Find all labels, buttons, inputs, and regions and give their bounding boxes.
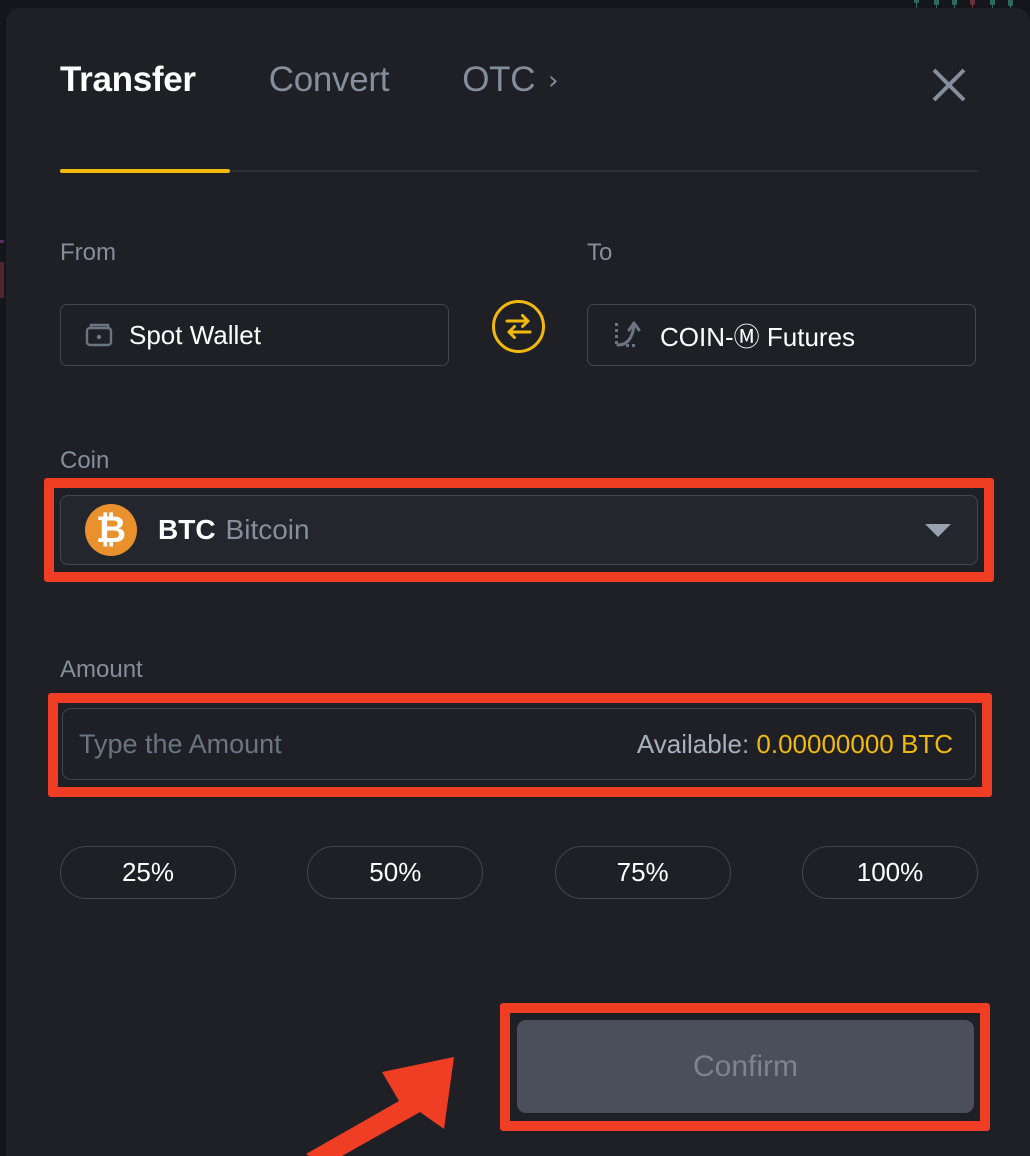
percent-button-75[interactable]: 75% xyxy=(554,846,731,899)
dialog-tabs: Transfer Convert OTC › xyxy=(60,60,978,180)
transfer-dialog: Transfer Convert OTC › From Spot Wallet … xyxy=(6,8,1030,1156)
available-balance: Available: 0.00000000 BTC xyxy=(637,729,953,760)
percent-button-50[interactable]: 50% xyxy=(307,846,484,899)
amount-input[interactable] xyxy=(79,728,623,760)
amount-field-row[interactable]: Available: 0.00000000 BTC xyxy=(62,708,976,780)
percent-shortcuts: 25% 50% 75% 100% xyxy=(60,846,978,899)
coin-selector[interactable]: ₿ BTC Bitcoin xyxy=(60,495,978,565)
tab-convert[interactable]: Convert xyxy=(269,60,390,100)
close-button[interactable] xyxy=(926,62,972,108)
background-candle xyxy=(970,0,975,10)
from-label: From xyxy=(60,239,116,266)
coin-m-badge-icon: Ⓜ xyxy=(733,322,760,353)
screenshot-root: Transfer Convert OTC › From Spot Wallet … xyxy=(0,0,1030,1156)
coin-label: Coin xyxy=(60,447,110,474)
bitcoin-glyph: ₿ xyxy=(95,507,127,551)
background-candle xyxy=(990,0,995,10)
bitcoin-icon: ₿ xyxy=(85,504,137,556)
background-candle xyxy=(934,0,939,10)
from-wallet-select[interactable]: Spot Wallet xyxy=(60,304,449,366)
available-value: 0.00000000 BTC xyxy=(756,728,953,759)
available-label: Available: xyxy=(636,728,750,759)
from-wallet-value: Spot Wallet xyxy=(129,319,261,350)
background-marker xyxy=(0,240,4,243)
chevron-right-icon: › xyxy=(548,66,559,96)
percent-button-100[interactable]: 100% xyxy=(801,846,978,899)
tab-otc-label: OTC xyxy=(462,60,536,99)
wallet-icon xyxy=(85,323,113,347)
annotation-arrow xyxy=(306,1057,454,1156)
background-candle xyxy=(1008,0,1013,11)
to-wallet-value: COIN-Ⓜ Futures xyxy=(660,317,855,354)
to-label: To xyxy=(587,239,613,266)
swap-direction-button[interactable] xyxy=(491,299,546,354)
tab-transfer[interactable]: Transfer xyxy=(60,60,196,100)
close-icon xyxy=(932,68,966,102)
swap-arrows-icon xyxy=(492,300,545,353)
coin-value: BTC Bitcoin xyxy=(158,514,310,546)
confirm-button[interactable]: Confirm xyxy=(517,1020,974,1113)
to-wallet-suffix: Futures xyxy=(759,321,856,352)
background-candle xyxy=(952,0,957,10)
percent-button-25[interactable]: 25% xyxy=(60,846,236,899)
coin-symbol: BTC xyxy=(158,514,216,545)
amount-label: Amount xyxy=(60,656,143,683)
background-candle xyxy=(914,0,919,8)
coin-name: Bitcoin xyxy=(225,514,310,545)
to-wallet-select[interactable]: COIN-Ⓜ Futures xyxy=(587,304,976,366)
active-tab-indicator xyxy=(60,169,230,173)
chevron-down-icon xyxy=(925,523,951,537)
tab-otc[interactable]: OTC › xyxy=(462,60,558,100)
to-wallet-prefix: COIN- xyxy=(660,321,734,352)
background-marker xyxy=(0,262,4,298)
futures-trend-icon xyxy=(615,321,641,347)
